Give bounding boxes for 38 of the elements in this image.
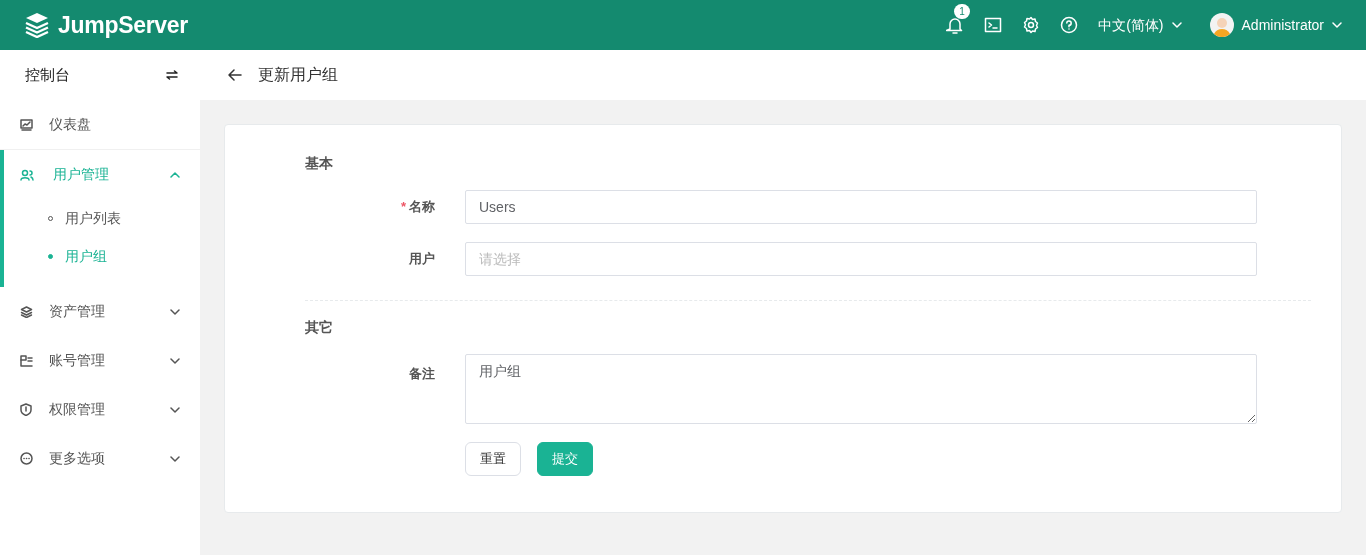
field-label: 备注 [409,366,435,381]
logo-text: JumpServer [58,10,188,40]
section-title: 基本 [305,154,334,173]
logo-icon [24,12,50,38]
comment-field[interactable]: 用户组 [465,354,1257,424]
caret-icon [1171,20,1182,30]
sidebar-item[interactable]: 账号管理 [0,336,200,385]
sidebar-subitem[interactable]: 用户列表 [4,199,200,237]
shield-icon [20,403,32,416]
field-label: 用户 [409,251,435,267]
help-icon[interactable] [1060,16,1079,34]
terminal-icon[interactable] [984,16,1003,34]
accounts-icon [20,354,33,367]
field-label: 名称 [409,199,435,215]
layers-icon [20,305,33,318]
more-icon [20,452,33,465]
language-dropdown[interactable]: 中文(简体) [1098,14,1182,36]
back-icon[interactable] [228,69,242,81]
notification-icon[interactable] [946,16,965,34]
name-field[interactable]: Users [465,190,1257,224]
user-select[interactable]: 请选择 [465,242,1257,276]
page-title: 更新用户组 [258,65,338,85]
settings-icon[interactable] [1022,16,1041,34]
caret-icon [1332,20,1342,30]
user-menu[interactable]: Administrator [1209,13,1342,37]
switch-icon[interactable] [166,70,178,80]
sidebar-item[interactable]: 权限管理 [0,385,200,434]
reset-button[interactable]: 重置 [465,442,521,476]
notification-badge: 1 [954,4,970,19]
users-icon [20,168,34,181]
sidebar-item[interactable]: 资产管理 [0,287,200,336]
sidebar-item[interactable]: 仪表盘 [0,100,200,149]
sidebar-title: 控制台 [25,64,70,85]
avatar-icon [1209,13,1234,37]
required-mark: * [400,199,406,215]
sidebar-item[interactable]: 更多选项 [0,434,200,483]
chart-icon [20,118,33,131]
section-title: 其它 [305,318,334,337]
